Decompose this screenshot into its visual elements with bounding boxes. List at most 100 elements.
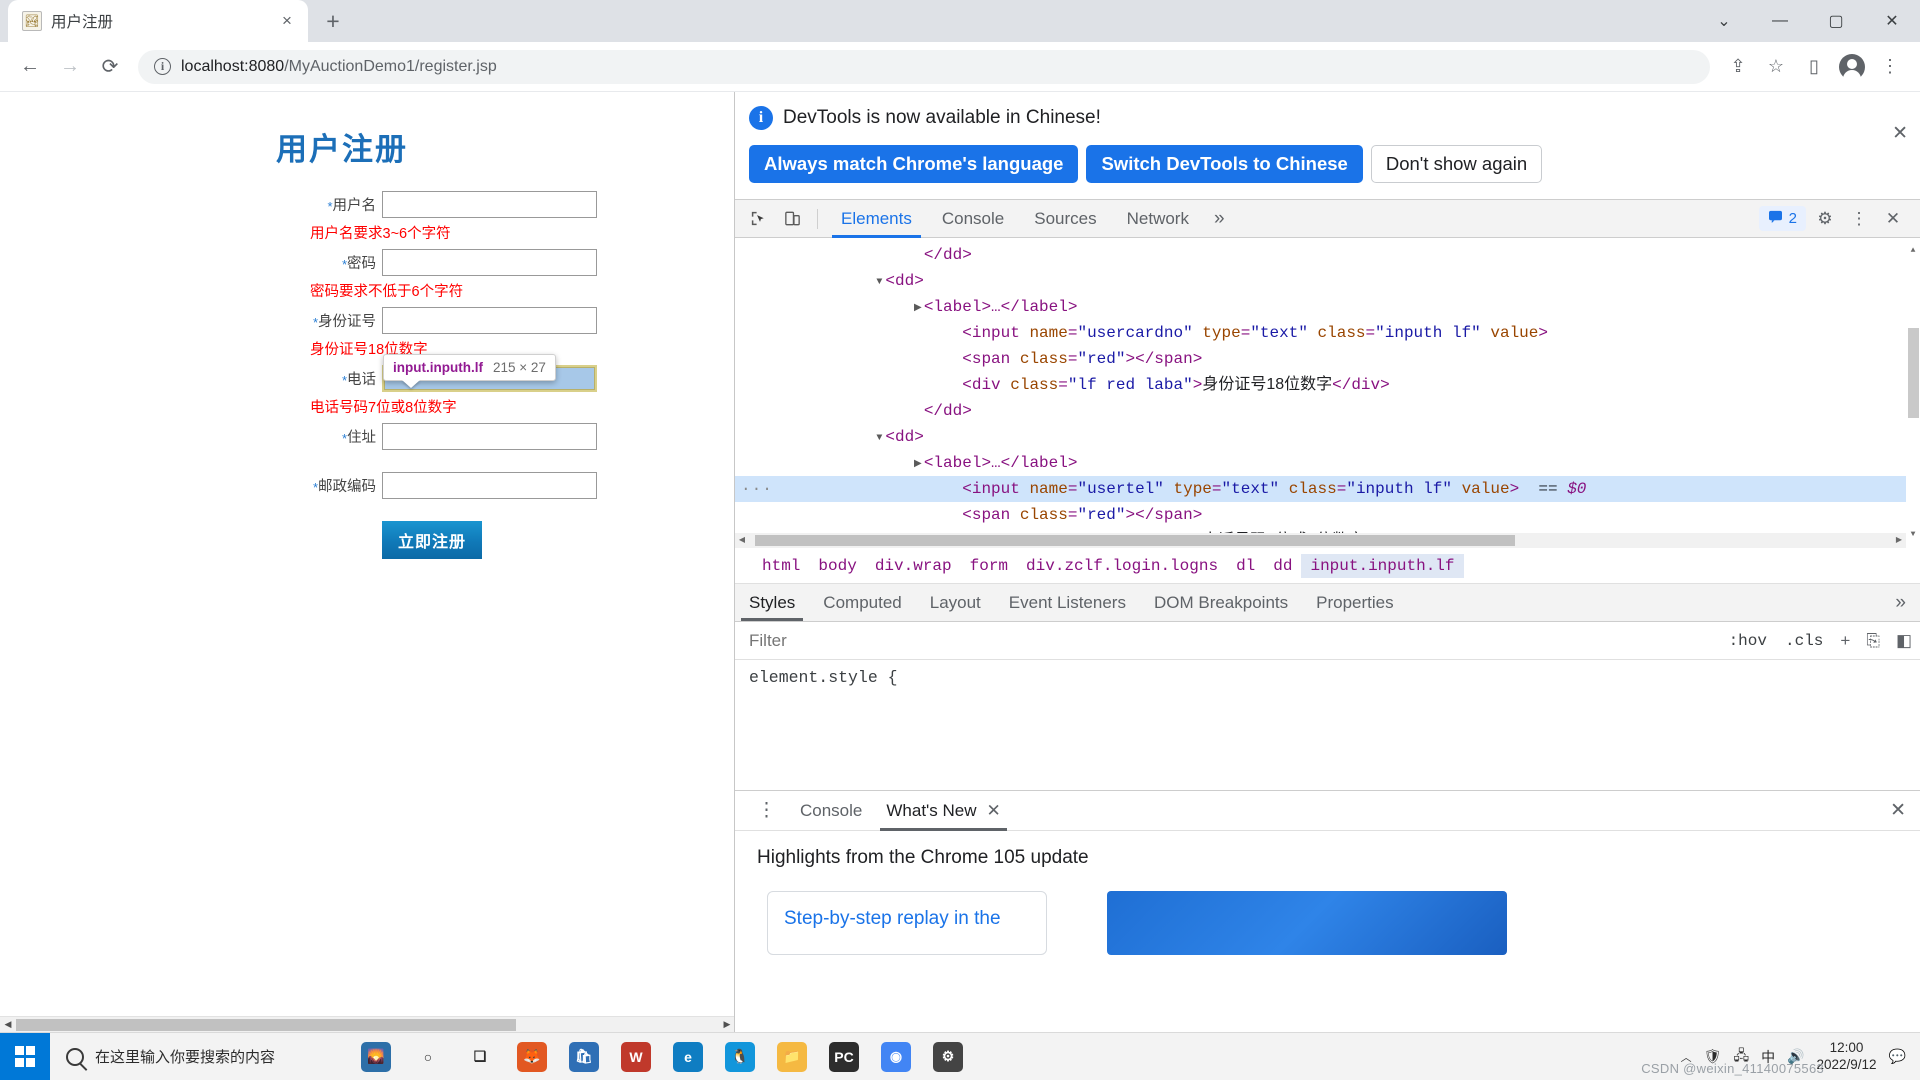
dom-line[interactable]: <span class="red"></span> (735, 502, 1920, 528)
taskbar-app-file-explorer[interactable]: 📁 (766, 1033, 818, 1080)
breadcrumb-item[interactable]: dl (1227, 554, 1264, 578)
breadcrumb-item[interactable]: form (961, 554, 1017, 578)
taskbar-app-task-view[interactable]: ❏ (454, 1033, 506, 1080)
chrome-menu-icon[interactable]: ⋮ (1872, 49, 1908, 85)
taskbar-app-firefox[interactable]: 🦊 (506, 1033, 558, 1080)
dom-vscroll-thumb[interactable] (1908, 328, 1919, 418)
hov-toggle[interactable]: :hov (1720, 632, 1776, 650)
back-button[interactable]: ← (12, 49, 48, 85)
taskbar-app-store[interactable]: 🛍 (558, 1033, 610, 1080)
breadcrumb-item[interactable]: html (753, 554, 809, 578)
subtab-computed[interactable]: Computed (809, 584, 915, 621)
inspect-element-icon[interactable] (741, 204, 775, 234)
breadcrumb-item[interactable]: body (809, 554, 865, 578)
subtab-event-listeners[interactable]: Event Listeners (995, 584, 1140, 621)
minimize-button[interactable]: — (1752, 0, 1808, 42)
taskbar-app-chrome[interactable]: ◉ (870, 1033, 922, 1080)
register-submit-button[interactable]: 立即注册 (382, 521, 482, 559)
taskbar-search-box[interactable]: 在这里输入你要搜索的内容 (50, 1033, 350, 1080)
scroll-track[interactable] (16, 1017, 719, 1033)
dom-scroll-thumb[interactable] (755, 535, 1515, 546)
subtab-properties[interactable]: Properties (1302, 584, 1407, 621)
tab-sources[interactable]: Sources (1019, 200, 1111, 238)
site-info-icon[interactable]: i (154, 58, 171, 75)
input-password[interactable] (382, 249, 597, 276)
breadcrumb-item[interactable]: input.inputh.lf (1301, 553, 1464, 578)
settings-gear-icon[interactable]: ⚙ (1810, 204, 1840, 234)
whats-new-card-title[interactable]: Step-by-step replay in the (784, 906, 1030, 932)
cls-toggle[interactable]: .cls (1776, 632, 1832, 650)
browser-tab[interactable]: 🏞 用户注册 × (8, 0, 308, 42)
reload-button[interactable]: ⟳ (92, 49, 128, 85)
tab-close-icon[interactable]: × (276, 10, 298, 32)
breadcrumb-item[interactable]: div.zclf.login.logns (1017, 554, 1227, 578)
dom-line[interactable]: </dd> (735, 398, 1920, 424)
page-horizontal-scrollbar[interactable]: ◀ ▶ (0, 1016, 734, 1033)
share-icon[interactable]: ⇪ (1720, 49, 1756, 85)
taskbar-app-widget-weather[interactable]: 🌄 (350, 1033, 402, 1080)
dont-show-again-button[interactable]: Don't show again (1370, 145, 1543, 183)
dom-line[interactable]: ▶ <label>…</label> (735, 450, 1920, 476)
subtab-styles[interactable]: Styles (735, 584, 809, 621)
more-tabs-icon[interactable]: » (1204, 200, 1235, 238)
taskbar-app-wps-writer[interactable]: W (610, 1033, 662, 1080)
taskbar-app-pycharm[interactable]: PC (818, 1033, 870, 1080)
address-bar[interactable]: i localhost:8080/MyAuctionDemo1/register… (138, 49, 1710, 84)
taskbar-app-edge[interactable]: e (662, 1033, 714, 1080)
whats-new-card[interactable]: Step-by-step replay in the (767, 891, 1047, 955)
dom-scroll-track[interactable] (749, 533, 1892, 548)
drawer-kebab-icon[interactable]: ⋮ (745, 799, 788, 822)
devtools-close-icon[interactable]: ✕ (1878, 204, 1908, 234)
collapse-twisty-icon[interactable]: ▼ (873, 270, 885, 296)
scroll-left-arrow-icon[interactable]: ◀ (0, 1019, 16, 1030)
scroll-right-arrow-icon[interactable]: ▶ (719, 1019, 734, 1030)
breadcrumb-item[interactable]: dd (1264, 554, 1301, 578)
new-style-rule-icon[interactable]: + (1832, 631, 1858, 651)
dom-vertical-scrollbar[interactable]: ▲ ▼ (1906, 238, 1920, 548)
drawer-tab-close-icon[interactable]: ✕ (987, 801, 1001, 821)
subtab-dom-breakpoints[interactable]: DOM Breakpoints (1140, 584, 1302, 621)
drawer-tab-whats-new[interactable]: What's New ✕ (874, 791, 1012, 831)
tray-notification-icon[interactable]: 💬 (1889, 1048, 1906, 1065)
banner-close-icon[interactable]: ✕ (1892, 122, 1908, 145)
styles-filter-input[interactable] (735, 622, 1720, 659)
issues-badge[interactable]: 2 (1758, 206, 1806, 231)
dom-line[interactable]: <div class="lf red laba">身份证号18位数字</div> (735, 372, 1920, 398)
new-tab-button[interactable]: + (316, 4, 350, 38)
scroll-thumb[interactable] (16, 1018, 516, 1031)
maximize-button[interactable]: ▢ (1808, 0, 1864, 42)
dom-line[interactable]: <span class="red"></span> (735, 346, 1920, 372)
dom-line[interactable]: <input name="usercardno" type="text" cla… (735, 320, 1920, 346)
dom-line[interactable]: ▶ <label>…</label> (735, 294, 1920, 320)
always-match-language-button[interactable]: Always match Chrome's language (749, 145, 1079, 183)
input-address[interactable] (382, 423, 597, 450)
profile-avatar-icon[interactable] (1834, 49, 1870, 85)
tab-console[interactable]: Console (927, 200, 1019, 238)
dom-line[interactable]: ▼ <dd> (735, 424, 1920, 450)
drawer-tab-console[interactable]: Console (788, 791, 874, 831)
dom-line[interactable]: </dd> (735, 242, 1920, 268)
tab-network[interactable]: Network (1112, 200, 1204, 238)
taskbar-clock[interactable]: 12:00 2022/9/12 (1817, 1040, 1877, 1074)
switch-devtools-chinese-button[interactable]: Switch DevTools to Chinese (1086, 145, 1363, 183)
computed-sidebar-icon[interactable]: ⎘ (1858, 631, 1888, 651)
dom-horizontal-scrollbar[interactable]: ◀ ▶ (735, 533, 1906, 548)
dom-tree-view[interactable]: </dd> ▼ <dd> ▶ <label>…</label> <input nam… (735, 238, 1920, 548)
dom-scroll-right-icon[interactable]: ▶ (1892, 528, 1906, 549)
dom-line-more-icon[interactable]: ··· (741, 476, 773, 502)
side-panel-icon[interactable]: ▯ (1796, 49, 1832, 85)
dom-vscroll-down-icon[interactable]: ▼ (1911, 522, 1916, 548)
start-button[interactable] (0, 1032, 50, 1080)
input-idcard[interactable] (382, 307, 597, 334)
dom-line[interactable]: ▼ <dd> (735, 268, 1920, 294)
subtabs-more-icon[interactable]: » (1885, 584, 1920, 621)
input-postcode[interactable] (382, 472, 597, 499)
input-username[interactable] (382, 191, 597, 218)
taskbar-app-cortana-circle[interactable]: ○ (402, 1033, 454, 1080)
collapse-twisty-icon[interactable]: ▼ (873, 426, 885, 452)
expand-twisty-icon[interactable]: ▶ (912, 296, 924, 322)
breadcrumb-item[interactable]: div.wrap (866, 554, 961, 578)
forward-button[interactable]: → (52, 49, 88, 85)
close-window-button[interactable]: ✕ (1864, 0, 1920, 42)
tab-elements[interactable]: Elements (826, 200, 927, 238)
